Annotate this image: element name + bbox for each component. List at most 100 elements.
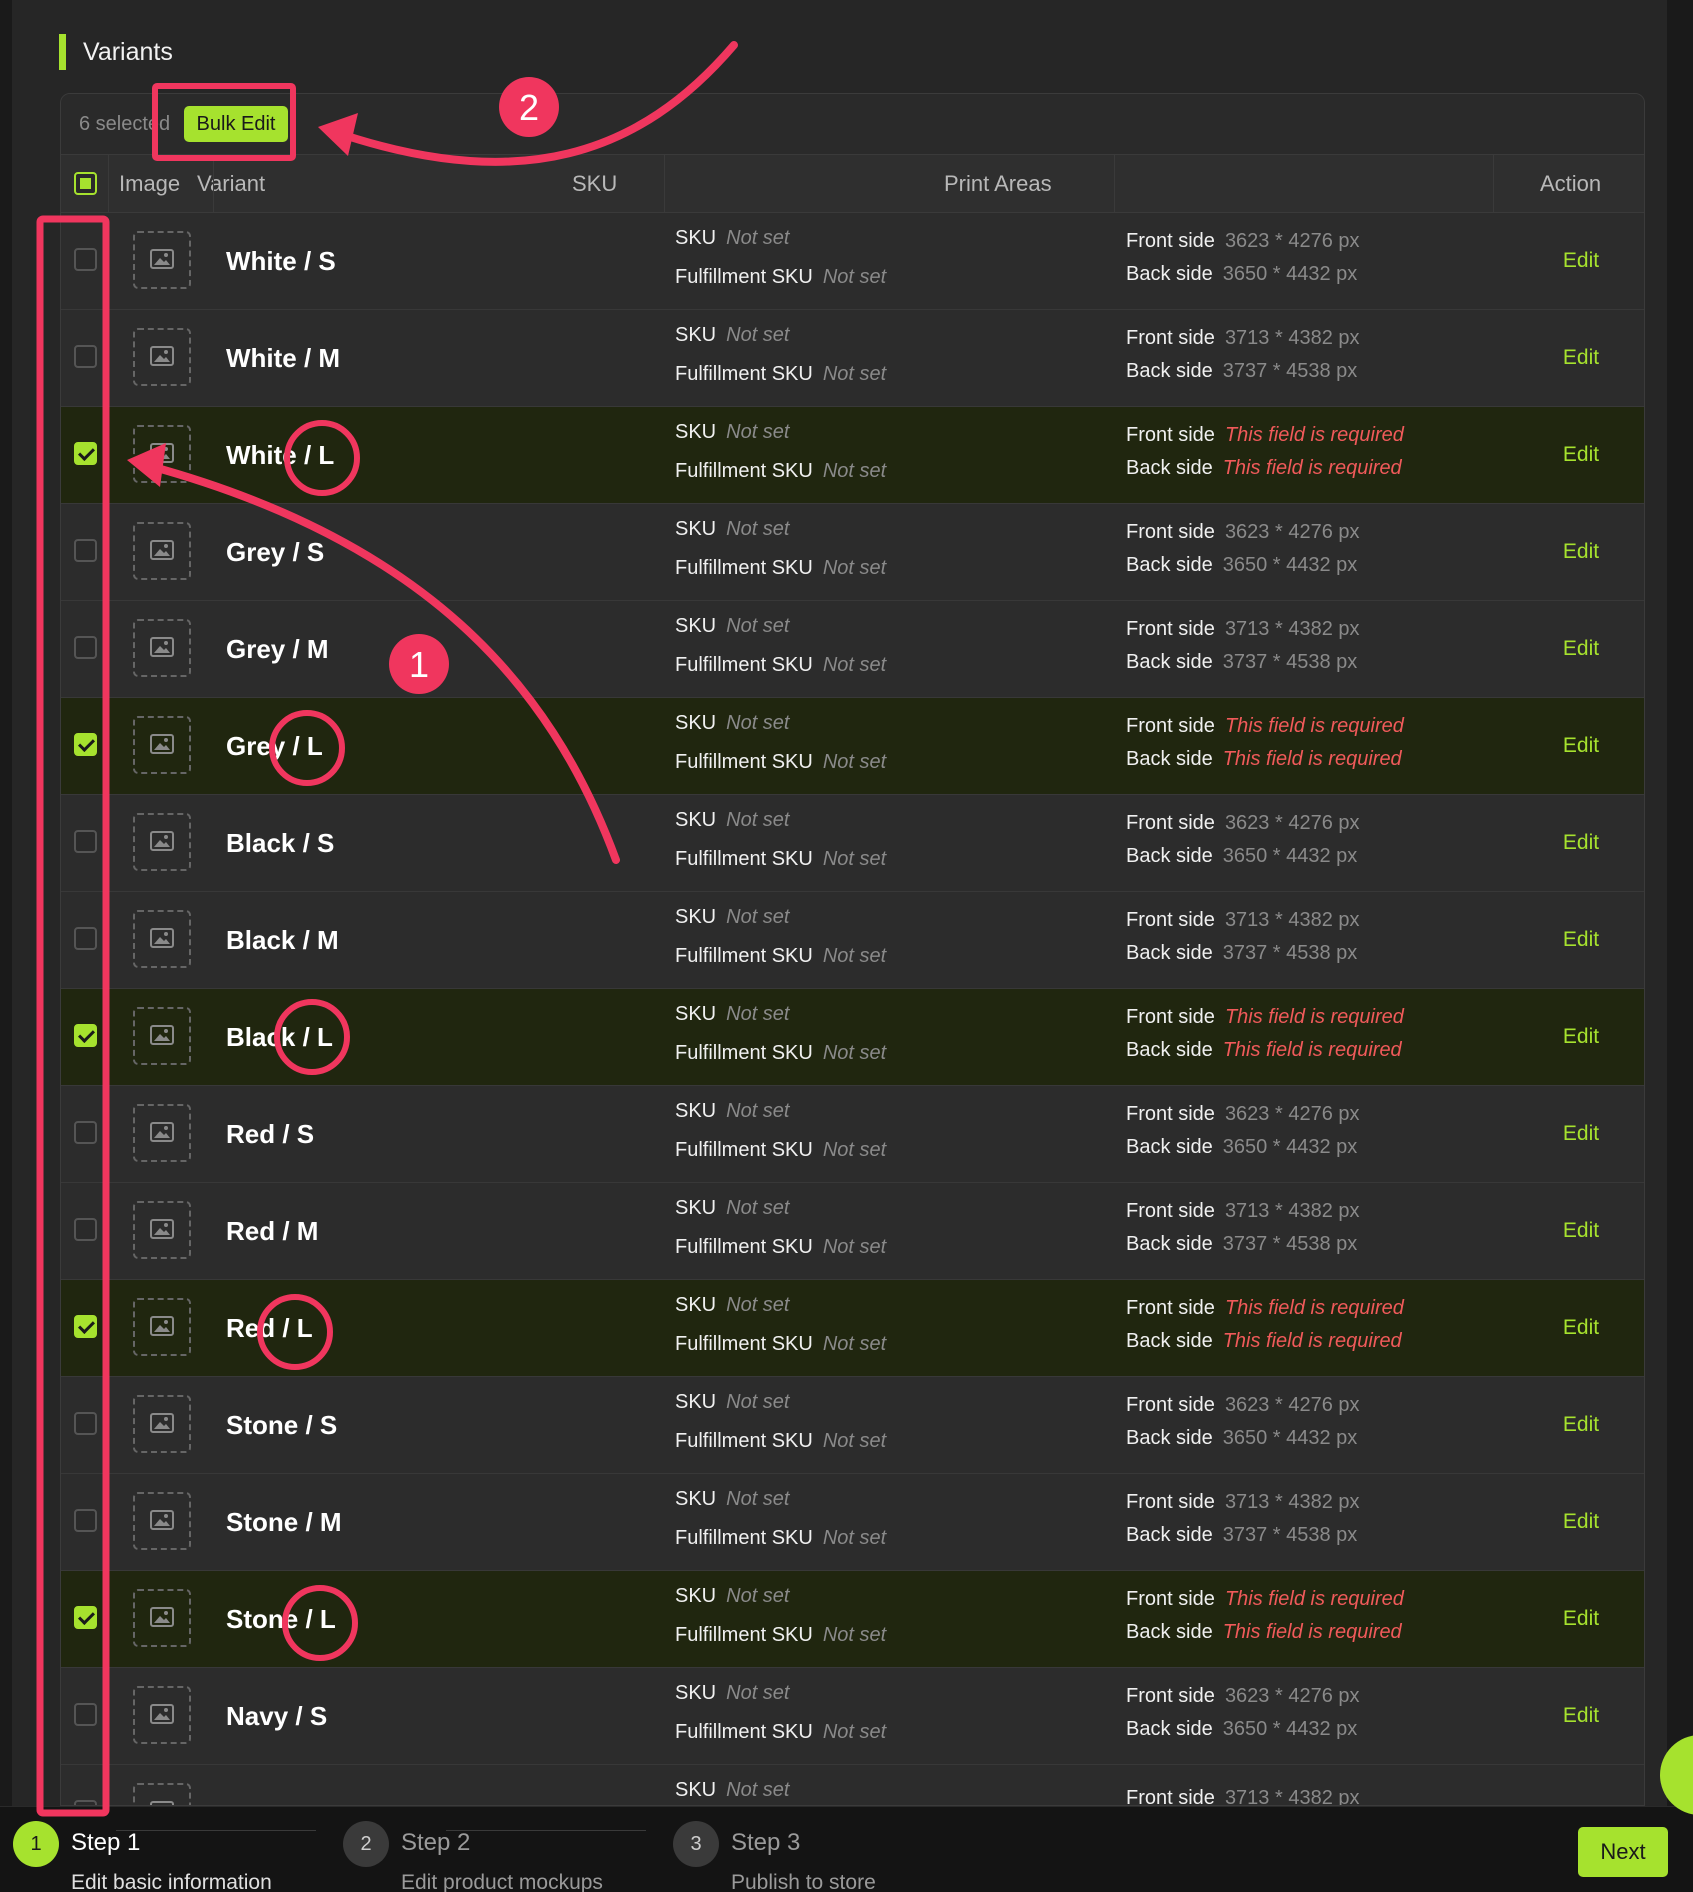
edit-link[interactable]: Edit xyxy=(1551,310,1611,406)
fulfillment-sku-value: Not set xyxy=(822,460,887,482)
edit-link[interactable]: Edit xyxy=(1551,1668,1611,1764)
image-icon xyxy=(150,831,174,851)
back-side-value: This field is required xyxy=(1222,748,1402,770)
front-side-label: Front side xyxy=(1126,909,1215,931)
edit-link[interactable]: Edit xyxy=(1551,1183,1611,1279)
back-side-field: Back side 3650 * 4432 px xyxy=(1126,845,1357,868)
row-checkbox[interactable] xyxy=(74,1121,97,1144)
row-checkbox[interactable] xyxy=(74,539,97,562)
image-placeholder[interactable] xyxy=(133,1686,191,1744)
table-row: Grey / L SKU Not set Fulfillment SKU Not set… xyxy=(61,698,1644,795)
back-side-value: 3737 * 4538 px xyxy=(1222,360,1358,382)
image-placeholder[interactable] xyxy=(133,813,191,871)
sku-value: Not set xyxy=(726,1197,790,1219)
sku-label: SKU xyxy=(675,1391,717,1413)
row-checkbox[interactable] xyxy=(74,1315,97,1338)
fulfillment-sku-field: Fulfillment SKU Not set xyxy=(675,363,886,386)
sku-field: SKU Not set xyxy=(675,1100,789,1123)
front-side-label: Front side xyxy=(1126,230,1215,252)
edit-link[interactable]: Edit xyxy=(1551,1086,1611,1182)
sku-label: SKU xyxy=(675,712,717,734)
row-checkbox[interactable] xyxy=(74,733,97,756)
table-row: White / M SKU Not set Fulfillment SKU Not se… xyxy=(61,310,1644,407)
image-placeholder[interactable] xyxy=(133,716,191,774)
front-side-label: Front side xyxy=(1126,1006,1215,1028)
table-row: Red / L SKU Not set Fulfillment SKU Not set F… xyxy=(61,1280,1644,1377)
row-checkbox[interactable] xyxy=(74,1509,97,1532)
image-placeholder[interactable] xyxy=(133,425,191,483)
image-placeholder[interactable] xyxy=(133,1298,191,1356)
edit-link[interactable]: Edit xyxy=(1551,407,1611,503)
fulfillment-sku-value: Not set xyxy=(822,751,887,773)
sku-label: SKU xyxy=(675,615,717,637)
fulfillment-sku-label: Fulfillment SKU xyxy=(675,751,813,773)
sku-field: SKU Not set xyxy=(675,712,789,735)
fulfillment-sku-value: Not set xyxy=(822,266,887,288)
fulfillment-sku-value: Not set xyxy=(822,1139,887,1161)
row-checkbox[interactable] xyxy=(74,1412,97,1435)
row-checkbox[interactable] xyxy=(74,1606,97,1629)
front-side-field: Front side This field is required xyxy=(1126,1297,1404,1320)
image-placeholder[interactable] xyxy=(133,522,191,580)
row-checkbox[interactable] xyxy=(74,1218,97,1241)
sku-label: SKU xyxy=(675,1100,717,1122)
sku-label: SKU xyxy=(675,227,717,249)
edit-link[interactable]: Edit xyxy=(1551,892,1611,988)
front-side-value: 3623 * 4276 px xyxy=(1224,1394,1360,1416)
image-placeholder[interactable] xyxy=(133,1589,191,1647)
fulfillment-sku-field: Fulfillment SKU Not set xyxy=(675,557,886,580)
edit-link[interactable]: Edit xyxy=(1551,1377,1611,1473)
row-checkbox[interactable] xyxy=(74,636,97,659)
back-side-label: Back side xyxy=(1126,457,1213,479)
front-side-field: Front side 3713 * 4382 px xyxy=(1126,618,1360,641)
front-side-field: Front side 3623 * 4276 px xyxy=(1126,812,1360,835)
fulfillment-sku-field: Fulfillment SKU Not set xyxy=(675,654,886,677)
table-row: White / S SKU Not set Fulfillment SKU Not se… xyxy=(61,213,1644,310)
select-all-checkbox[interactable] xyxy=(74,172,97,195)
back-side-field: Back side 3650 * 4432 px xyxy=(1126,1136,1357,1159)
image-placeholder[interactable] xyxy=(133,1007,191,1065)
table-header: Image Variant SKU Print Areas Action xyxy=(61,155,1644,213)
image-placeholder[interactable] xyxy=(133,328,191,386)
image-placeholder[interactable] xyxy=(133,1104,191,1162)
table-row: Stone / S SKU Not set Fulfillment SKU Not se… xyxy=(61,1377,1644,1474)
front-side-field: Front side 3623 * 4276 px xyxy=(1126,1394,1360,1417)
header-variant: Variant xyxy=(197,171,266,196)
edit-link[interactable]: Edit xyxy=(1551,989,1611,1085)
row-checkbox[interactable] xyxy=(74,1703,97,1726)
edit-link[interactable]: Edit xyxy=(1551,795,1611,891)
edit-link[interactable]: Edit xyxy=(1551,213,1611,309)
row-checkbox[interactable] xyxy=(74,248,97,271)
row-checkbox[interactable] xyxy=(74,345,97,368)
step-3-subtitle: Publish to store xyxy=(731,1871,876,1892)
row-checkbox[interactable] xyxy=(74,830,97,853)
image-placeholder[interactable] xyxy=(133,1492,191,1550)
next-button[interactable]: Next xyxy=(1578,1827,1668,1877)
image-icon xyxy=(150,1413,174,1433)
back-side-field: Back side This field is required xyxy=(1126,748,1402,771)
image-placeholder[interactable] xyxy=(133,1201,191,1259)
back-side-value: 3650 * 4432 px xyxy=(1222,1427,1358,1449)
edit-link[interactable]: Edit xyxy=(1551,1474,1611,1570)
image-placeholder[interactable] xyxy=(133,1395,191,1453)
edit-link[interactable]: Edit xyxy=(1551,601,1611,697)
back-side-label: Back side xyxy=(1126,360,1213,382)
edit-link[interactable]: Edit xyxy=(1551,504,1611,600)
back-side-label: Back side xyxy=(1126,1330,1213,1352)
image-placeholder[interactable] xyxy=(133,231,191,289)
fulfillment-sku-label: Fulfillment SKU xyxy=(675,1527,813,1549)
fulfillment-sku-field: Fulfillment SKU Not set xyxy=(675,1527,886,1550)
sku-field: SKU Not set xyxy=(675,809,789,832)
edit-link[interactable]: Edit xyxy=(1551,1571,1611,1667)
edit-link[interactable]: Edit xyxy=(1551,1280,1611,1376)
row-checkbox[interactable] xyxy=(74,1024,97,1047)
row-checkbox[interactable] xyxy=(74,442,97,465)
row-checkbox[interactable] xyxy=(74,927,97,950)
image-placeholder[interactable] xyxy=(133,619,191,677)
bulk-edit-button[interactable]: Bulk Edit xyxy=(184,106,288,142)
back-side-field: Back side 3650 * 4432 px xyxy=(1126,263,1357,286)
image-placeholder[interactable] xyxy=(133,1783,191,1805)
step-1-subtitle: Edit basic information xyxy=(71,1871,272,1892)
edit-link[interactable]: Edit xyxy=(1551,698,1611,794)
image-placeholder[interactable] xyxy=(133,910,191,968)
